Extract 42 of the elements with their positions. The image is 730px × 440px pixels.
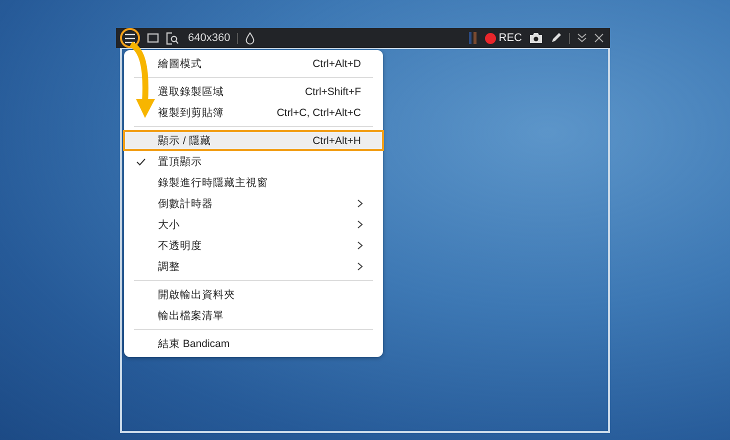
- menu-item[interactable]: 開啟輸出資料夾: [126, 284, 381, 305]
- shortcut-label: Ctrl+C, Ctrl+Alt+C: [276, 106, 361, 118]
- close-icon[interactable]: [594, 33, 604, 43]
- window-icon[interactable]: [147, 32, 159, 44]
- menu-item[interactable]: 繪圖模式 Ctrl+Alt+D: [126, 53, 381, 74]
- menu-item[interactable]: 錄製進行時隱藏主視窗: [126, 172, 381, 193]
- menu-item-label: 複製到剪貼簿: [158, 106, 225, 120]
- shortcut-label: Ctrl+Shift+F: [304, 86, 361, 98]
- menu-item-label: 大小: [158, 218, 181, 232]
- menu-button[interactable]: [120, 28, 140, 48]
- menu-item-label: 倒數計時器: [158, 196, 214, 210]
- menu-item-label: 輸出檔案清單: [158, 308, 225, 322]
- drop-icon[interactable]: [245, 32, 256, 44]
- menu-item-label: 置頂顯示: [158, 154, 203, 168]
- menu-item-label: 選取錄製區域: [158, 84, 225, 98]
- menu-item[interactable]: 複製到剪貼簿 Ctrl+C, Ctrl+Alt+C: [126, 102, 381, 123]
- menu-item[interactable]: 倒數計時器: [126, 193, 381, 214]
- menu-icon: [124, 32, 136, 44]
- menu-item[interactable]: 置頂顯示: [126, 151, 381, 172]
- shortcut-label: Ctrl+Alt+H: [312, 134, 361, 146]
- menu-item[interactable]: 大小: [126, 214, 381, 235]
- menu-item[interactable]: 顯示 / 隱藏 Ctrl+Alt+H: [123, 130, 384, 151]
- search-screen-icon[interactable]: [166, 32, 179, 44]
- menu-item[interactable]: 調整: [126, 256, 381, 277]
- shortcut-label: Ctrl+Alt+D: [312, 58, 361, 70]
- audio-level-icon: [468, 31, 478, 45]
- pencil-icon[interactable]: [550, 32, 562, 44]
- menu-item[interactable]: 不透明度: [126, 235, 381, 256]
- record-button[interactable]: REC: [484, 32, 522, 44]
- menu-item[interactable]: 選取錄製區域 Ctrl+Shift+F: [126, 81, 381, 102]
- menu-item-label: 調整: [158, 260, 181, 274]
- menu-item-label: 顯示 / 隱藏: [158, 134, 212, 148]
- resolution-label[interactable]: 640x360: [188, 32, 230, 44]
- menu-item-label: 繪圖模式: [158, 56, 203, 70]
- menu-item-label: 錄製進行時隱藏主視窗: [158, 176, 269, 190]
- menu-item[interactable]: 輸出檔案清單: [126, 305, 381, 326]
- double-chevron-icon[interactable]: [577, 33, 587, 43]
- menu-item-label: 不透明度: [158, 238, 203, 252]
- menu-item-label: 開啟輸出資料夾: [158, 288, 236, 302]
- camera-icon[interactable]: [529, 32, 543, 44]
- menu-item-label: 結束 Bandicam: [158, 336, 231, 350]
- menu-item[interactable]: 結束 Bandicam: [126, 333, 381, 354]
